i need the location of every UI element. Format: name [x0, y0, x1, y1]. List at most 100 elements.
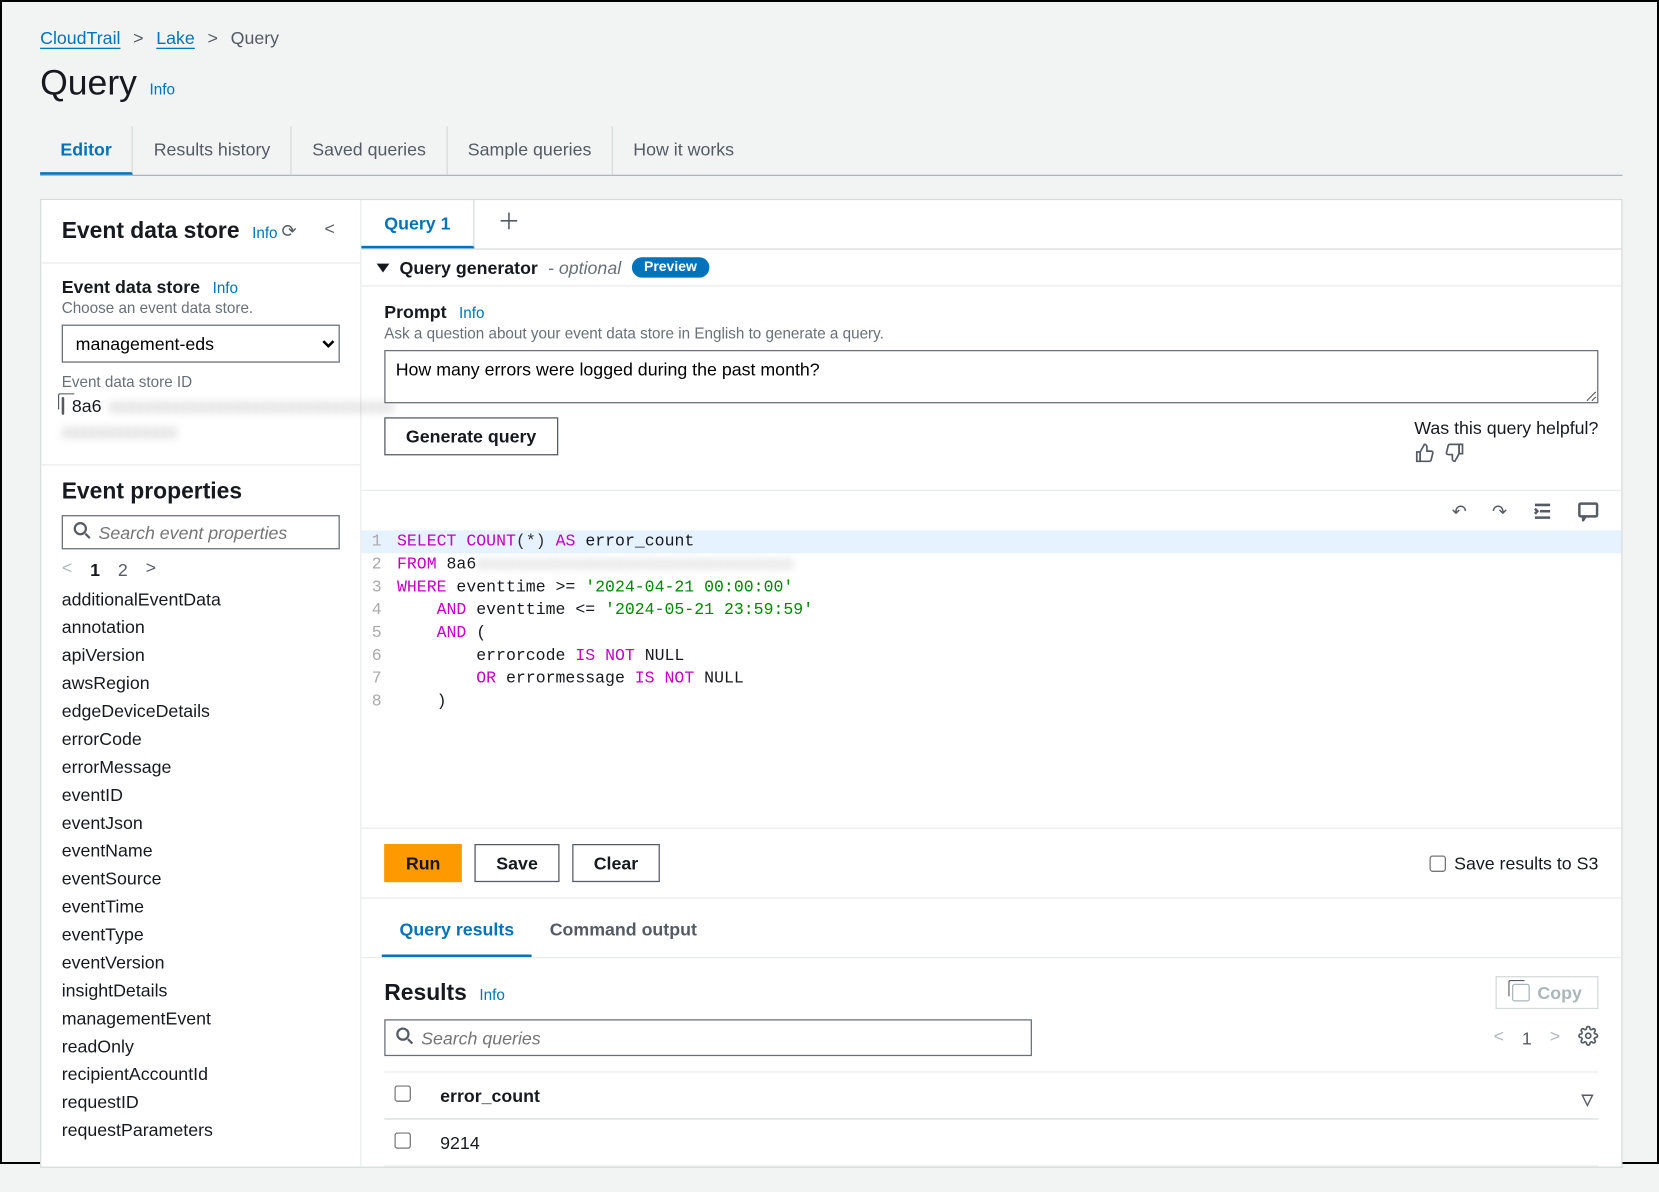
clear-button[interactable]: Clear — [572, 844, 660, 882]
eds-id-prefix: 8a6 — [72, 396, 102, 416]
prop-eventID[interactable]: eventID — [62, 781, 340, 809]
tab-editor[interactable]: Editor — [40, 126, 133, 174]
event-properties-title: Event properties — [62, 479, 340, 506]
search-properties-input[interactable] — [99, 522, 329, 542]
format-icon[interactable] — [1532, 501, 1552, 525]
gear-icon[interactable] — [1578, 1026, 1598, 1050]
prop-eventName[interactable]: eventName — [62, 837, 340, 865]
props-prev-page[interactable]: < — [62, 560, 73, 580]
copy-label: Copy — [1537, 983, 1581, 1003]
tab-saved-queries[interactable]: Saved queries — [292, 126, 448, 174]
comment-icon[interactable] — [1578, 501, 1598, 525]
main-tabs: Editor Results history Saved queries Sam… — [40, 126, 1622, 176]
prop-eventSource[interactable]: eventSource — [62, 865, 340, 893]
props-page-1[interactable]: 1 — [90, 560, 100, 580]
prop-managementEvent[interactable]: managementEvent — [62, 1004, 340, 1032]
prop-eventTime[interactable]: eventTime — [62, 893, 340, 921]
breadcrumb-lake[interactable]: Lake — [156, 27, 195, 47]
sort-icon[interactable]: ▽ — [1582, 1090, 1594, 1108]
add-query-tab[interactable]: ＋ — [475, 200, 544, 248]
prop-errorCode[interactable]: errorCode — [62, 725, 340, 753]
prop-apiVersion[interactable]: apiVersion — [62, 641, 340, 669]
copy-icon — [1512, 984, 1530, 1002]
save-to-s3-label: Save results to S3 — [1454, 853, 1598, 873]
search-event-properties[interactable] — [62, 515, 340, 549]
eds-id-line2-redacted: xxxxxxxxxxxxx — [62, 421, 340, 441]
event-properties-list: additionalEventData annotation apiVersio… — [41, 580, 360, 1164]
prompt-textarea[interactable] — [384, 350, 1598, 403]
cell-error-count: 9214 — [430, 1119, 1598, 1166]
breadcrumb: CloudTrail > Lake > Query — [40, 27, 1622, 50]
prop-readOnly[interactable]: readOnly — [62, 1032, 340, 1060]
search-icon — [396, 1027, 414, 1049]
prop-insightDetails[interactable]: insightDetails — [62, 976, 340, 1004]
results-prev-page[interactable]: < — [1493, 1028, 1504, 1048]
eds-id-label: Event data store ID — [62, 373, 340, 391]
preview-badge: Preview — [631, 257, 709, 277]
prompt-info-link[interactable]: Info — [459, 305, 484, 323]
tab-command-output[interactable]: Command output — [532, 904, 715, 957]
eds-id-redacted: xxxxxxxxxxxxxxxxxxxxxxxxxxxxxxxx — [109, 396, 393, 416]
thumbs-up-icon[interactable] — [1414, 443, 1434, 467]
search-queries-input[interactable] — [421, 1028, 1020, 1048]
prop-errorMessage[interactable]: errorMessage — [62, 753, 340, 781]
prop-awsRegion[interactable]: awsRegion — [62, 669, 340, 697]
prop-eventVersion[interactable]: eventVersion — [62, 949, 340, 977]
generate-query-button[interactable]: Generate query — [384, 418, 558, 456]
copy-icon[interactable] — [62, 397, 65, 415]
helpful-label: Was this query helpful? — [1414, 418, 1598, 438]
breadcrumb-cloudtrail[interactable]: CloudTrail — [40, 27, 120, 47]
props-page-2[interactable]: 2 — [118, 560, 128, 580]
select-all-checkbox[interactable] — [394, 1086, 411, 1103]
tab-sample-queries[interactable]: Sample queries — [447, 126, 612, 174]
chevron-right-icon: > — [207, 30, 218, 50]
prompt-hint: Ask a question about your event data sto… — [384, 325, 1598, 343]
search-queries-row[interactable] — [384, 1020, 1032, 1057]
thumbs-down-icon[interactable] — [1445, 443, 1465, 467]
tab-how-it-works[interactable]: How it works — [613, 126, 754, 174]
prop-recipientAccountId[interactable]: recipientAccountId — [62, 1060, 340, 1088]
sql-editor[interactable]: 1SELECT COUNT(*) AS error_count 2FROM 8a… — [361, 531, 1621, 828]
search-icon — [73, 522, 91, 544]
results-title: Results — [384, 980, 467, 1005]
props-next-page[interactable]: > — [146, 560, 157, 580]
save-to-s3-row[interactable]: Save results to S3 — [1430, 853, 1598, 873]
query-generator-optional: - optional — [548, 257, 621, 277]
table-row: 9214 — [384, 1119, 1598, 1166]
caret-down-icon[interactable] — [377, 263, 390, 272]
eds-field-info[interactable]: Info — [213, 279, 238, 297]
redo-icon[interactable]: ↷ — [1492, 501, 1507, 525]
prop-requestID[interactable]: requestID — [62, 1088, 340, 1116]
collapse-sidebar-icon[interactable]: < — [320, 220, 340, 242]
save-button[interactable]: Save — [475, 844, 560, 882]
prop-edgeDeviceDetails[interactable]: edgeDeviceDetails — [62, 697, 340, 725]
prop-eventType[interactable]: eventType — [62, 921, 340, 949]
page-title: Query — [40, 63, 137, 104]
prop-requestParameters[interactable]: requestParameters — [62, 1116, 340, 1144]
prop-eventJson[interactable]: eventJson — [62, 809, 340, 837]
row-checkbox[interactable] — [394, 1133, 411, 1150]
tab-query-results[interactable]: Query results — [382, 904, 532, 957]
save-to-s3-checkbox[interactable] — [1430, 855, 1447, 872]
copy-results-button[interactable]: Copy — [1496, 976, 1599, 1009]
undo-icon[interactable]: ↶ — [1452, 501, 1467, 525]
tab-results-history[interactable]: Results history — [133, 126, 292, 174]
refresh-icon[interactable]: ⟳ — [279, 220, 299, 242]
breadcrumb-current: Query — [231, 27, 279, 47]
prop-annotation[interactable]: annotation — [62, 613, 340, 641]
results-page-number: 1 — [1522, 1028, 1532, 1048]
results-next-page[interactable]: > — [1550, 1028, 1561, 1048]
eds-hint: Choose an event data store. — [62, 300, 340, 318]
eds-info-link[interactable]: Info — [252, 225, 277, 243]
query-generator-title: Query generator — [400, 257, 538, 277]
run-button[interactable]: Run — [384, 844, 462, 882]
page-info-link[interactable]: Info — [149, 81, 174, 99]
prop-additionalEventData[interactable]: additionalEventData — [62, 585, 340, 613]
query-tab-1[interactable]: Query 1 — [361, 200, 474, 248]
results-info-link[interactable]: Info — [479, 986, 504, 1004]
column-error-count[interactable]: error_count▽ — [430, 1072, 1598, 1119]
chevron-right-icon: > — [133, 30, 144, 50]
sidebar-title: Event data store — [62, 218, 240, 243]
eds-select[interactable]: management-eds — [62, 325, 340, 363]
results-table: error_count▽ 9214 — [384, 1072, 1598, 1167]
